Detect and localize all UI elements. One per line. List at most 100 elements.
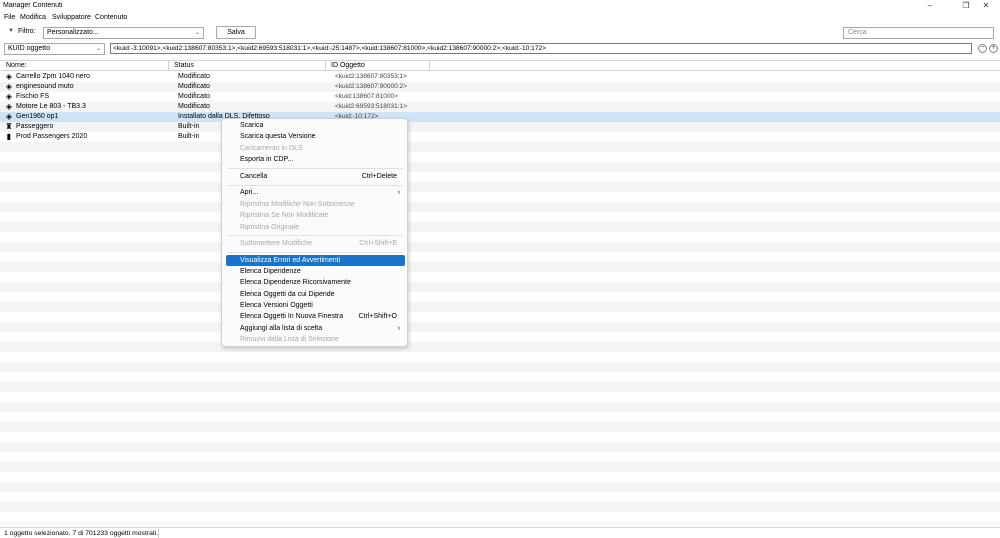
list-item[interactable]: ◈ Carrello Zpm 1040 nero Modificato <kui… — [0, 72, 1000, 82]
menu-item-elenca-versioni[interactable]: Elenca Versioni Oggetti — [226, 300, 405, 311]
menu-item-label: Ripristina Modifiche Non Sottomesse — [240, 201, 355, 208]
menu-modifica[interactable]: Modifica — [20, 14, 46, 21]
menu-item-label: Ripristina Se Non Modificate — [240, 212, 329, 219]
remove-icon[interactable]: − — [978, 44, 987, 53]
add-icon[interactable]: + — [989, 44, 998, 53]
menu-item-label: Apri... — [240, 189, 259, 196]
minimize-icon[interactable]: – — [916, 0, 944, 12]
filter-label: Filtro: — [18, 28, 36, 35]
item-kuid: <kuid2:138607:80353:1> — [335, 73, 407, 80]
menu-item-label: Aggiungi alla lista di scelta — [240, 325, 323, 332]
menu-item-cancella[interactable]: Cancella Ctrl+Delete — [226, 171, 405, 182]
item-status: Built-in — [178, 123, 200, 130]
menu-file[interactable]: File — [4, 14, 15, 21]
menu-item-shortcut: Ctrl+Shift+E — [359, 240, 397, 247]
menu-item-label: Elenca Oggetti da cui Dipende — [240, 291, 335, 298]
menu-item-scarica-versione[interactable]: Scarica questa Versione — [226, 131, 405, 142]
menu-item-label: Elenca Oggetti In Nuova Finestra — [240, 313, 344, 320]
chevron-right-icon: › — [397, 189, 400, 196]
item-kuid: <kuid:138607:81000> — [335, 93, 398, 100]
traincar-icon: ◈ — [5, 82, 13, 91]
menu-item-elenca-dipendenze-ricorsivamente[interactable]: Elenca Dipendenze Ricorsivamente — [226, 277, 405, 288]
menu-contenuto[interactable]: Contenuto — [95, 14, 127, 21]
menu-item-elenca-dipendenze[interactable]: Elenca Dipendenze — [226, 266, 405, 277]
list-item[interactable]: ▮ Prod Passengers 2020 Built-in — [0, 132, 1000, 142]
menu-item-rimuovi-lista: Rimuovi dalla Lista di Selezione — [226, 334, 405, 345]
item-name: Prod Passengers 2020 — [16, 133, 88, 140]
menu-item-shortcut: Ctrl+Shift+O — [358, 313, 397, 320]
filter-select-value: Personalizzato... — [47, 29, 99, 36]
window-title: Manager Contenuti — [3, 2, 63, 9]
menu-item-aggiungi-lista[interactable]: Aggiungi alla lista di scelta › — [226, 323, 405, 334]
passenger-icon: ♜ — [5, 122, 13, 131]
context-menu: Scarica Scarica questa Versione Caricame… — [221, 118, 408, 347]
traincar-icon: ◈ — [5, 92, 13, 101]
book-icon: ▮ — [6, 132, 12, 141]
item-kuid: <kuid2:138607:90000:2> — [335, 83, 407, 90]
kuid-input[interactable]: <kuid:-3:10091>,<kuid2:138607:80353:1>,<… — [110, 43, 972, 54]
column-status[interactable]: Status — [170, 62, 194, 71]
menu-item-label: Scarica questa Versione — [240, 133, 316, 140]
menu-item-apri[interactable]: Apri... › — [226, 187, 405, 198]
menu-item-label: Caricamento in DLS — [240, 145, 303, 152]
menu-divider — [228, 235, 403, 236]
item-name: enginesound muto — [16, 83, 74, 90]
item-status: Built-in — [178, 133, 200, 140]
list-item[interactable]: ◈ enginesound muto Modificato <kuid2:138… — [0, 82, 1000, 92]
column-divider[interactable] — [325, 61, 326, 71]
kuid-field-select-value: KUID oggetto — [8, 45, 51, 52]
kuid-bar: KUID oggetto ⌄ <kuid:-3:10091>,<kuid2:13… — [0, 41, 1000, 56]
list-header: Nome: Status ID Oggetto — [0, 60, 1000, 71]
menu-item-ripristina-non-modificate: Ripristina Se Non Modificate — [226, 210, 405, 221]
content-list[interactable]: ◈ Carrello Zpm 1040 nero Modificato <kui… — [0, 72, 1000, 524]
status-text: 1 oggetto selezionato. 7 di 701233 ogget… — [4, 530, 159, 537]
chevron-down-icon: ⌄ — [194, 30, 200, 36]
menu-item-elenca-oggetti-dipende[interactable]: Elenca Oggetti da cui Dipende — [226, 289, 405, 300]
kuid-field-select[interactable]: KUID oggetto ⌄ — [4, 43, 105, 55]
menu-item-esporta-cdp[interactable]: Esporta in CDP... — [226, 154, 405, 165]
column-divider[interactable] — [168, 61, 169, 71]
menu-item-label: Esporta in CDP... — [240, 156, 294, 163]
menu-item-label: Visualizza Errori ed Avvertimenti — [240, 257, 341, 264]
menu-item-scarica[interactable]: Scarica — [226, 120, 405, 131]
menu-bar: File Modifica Sviluppatore Contenuto — [0, 12, 1000, 24]
list-item[interactable]: ◈ Motore Le 803 - TB3.3 Modificato <kuid… — [0, 102, 1000, 112]
menu-item-label: Ripristina Originale — [240, 224, 300, 231]
menu-divider — [228, 185, 403, 186]
close-icon[interactable]: ✕ — [972, 0, 1000, 12]
menu-item-visualizza-errori[interactable]: Visualizza Errori ed Avvertimenti — [226, 255, 405, 266]
item-name: Fischio FS — [16, 93, 50, 100]
list-item-selected[interactable]: ◈ Gen1960 op1 Installato dalla DLS, Dife… — [0, 112, 1000, 122]
menu-item-ripristina-non-sottomesse: Ripristina Modifiche Non Sottomesse — [226, 199, 405, 210]
menu-sviluppatore[interactable]: Sviluppatore — [52, 14, 91, 21]
menu-item-sottomettere: Sottomettere Modifiche Ctrl+Shift+E — [226, 238, 405, 249]
column-name[interactable]: Nome: — [2, 62, 27, 71]
item-name: Motore Le 803 - TB3.3 — [16, 103, 86, 110]
search-input[interactable]: Cerca — [843, 27, 994, 39]
menu-item-elenca-nuova-finestra[interactable]: Elenca Oggetti In Nuova Finestra Ctrl+Shi… — [226, 311, 405, 322]
item-status: Modificato — [178, 93, 210, 100]
menu-item-shortcut: Ctrl+Delete — [361, 173, 397, 180]
item-name: Carrello Zpm 1040 nero — [16, 73, 90, 80]
filter-select[interactable]: Personalizzato... ⌄ — [43, 27, 204, 39]
menu-item-label: Elenca Dipendenze — [240, 268, 301, 275]
chevron-right-icon: › — [397, 325, 400, 332]
save-button[interactable]: Salva — [216, 26, 256, 39]
list-item[interactable]: ♜ Passeggero Built-in — [0, 122, 1000, 132]
menu-item-label: Cancella — [240, 173, 268, 180]
column-divider[interactable] — [429, 61, 430, 71]
status-bar: 1 oggetto selezionato. 7 di 701233 ogget… — [0, 527, 1000, 538]
list-item[interactable]: ◈ Fischio FS Modificato <kuid:138607:810… — [0, 92, 1000, 102]
menu-item-label: Elenca Dipendenze Ricorsivamente — [240, 279, 351, 286]
item-name: Passeggero — [16, 123, 54, 130]
menu-item-label: Rimuovi dalla Lista di Selezione — [240, 336, 339, 343]
filter-bar: ▼ Filtro: Personalizzato... ⌄ Salva Cerc… — [0, 25, 1000, 41]
traincar-icon: ◈ — [5, 102, 13, 111]
item-kuid: <kuid2:69593:518031:1> — [335, 103, 407, 110]
collapse-triangle-icon[interactable]: ▼ — [8, 28, 14, 34]
chevron-down-icon: ⌄ — [95, 46, 101, 52]
column-id[interactable]: ID Oggetto — [327, 62, 365, 71]
menu-item-label: Scarica — [240, 122, 264, 129]
menu-divider — [228, 168, 403, 169]
title-bar: Manager Contenuti – ❐ ✕ — [0, 0, 1000, 12]
